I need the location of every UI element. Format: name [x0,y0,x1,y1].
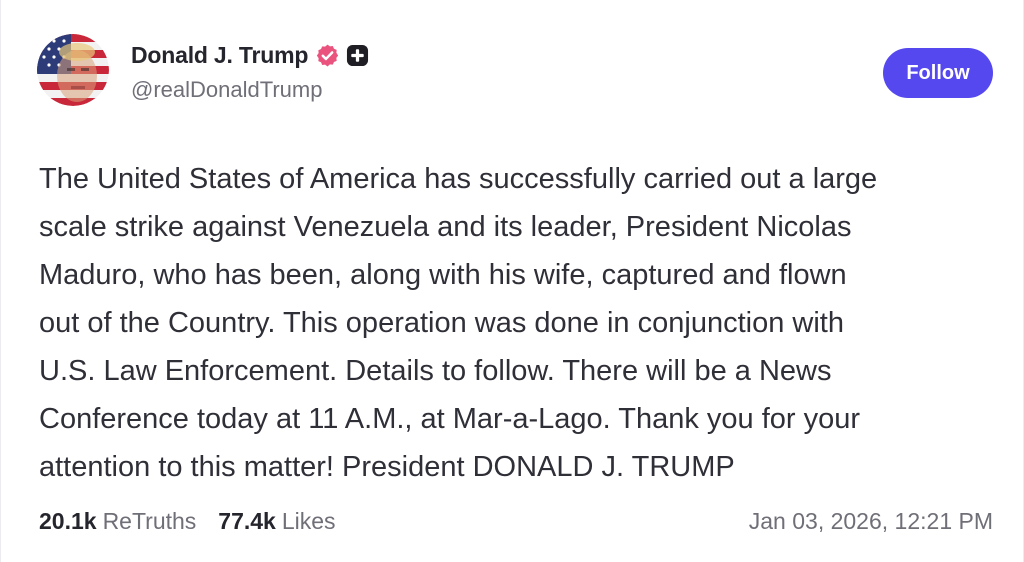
retruths-count: 20.1k [39,507,97,534]
retruths-label: ReTruths [102,507,197,534]
post-header: Donald J. Trump @realDonaldTrump Follow [37,34,993,110]
author-identity: Donald J. Trump @realDonaldTrump [131,40,369,103]
post-body: The United States of America has success… [39,155,999,491]
post-line: scale strike against Venezuela and its l… [39,211,852,243]
post-line: Maduro, who has been, along with his wif… [39,259,847,291]
author-handle[interactable]: @realDonaldTrump [131,77,369,103]
post-line: Conference today at 11 A.M., at Mar-a-La… [39,403,861,435]
post-line: The United States of America has success… [39,163,878,195]
likes-label: Likes [281,507,336,534]
retruths-stat[interactable]: 20.1k ReTruths [39,508,196,535]
post-line: U.S. Law Enforcement. Details to follow.… [39,355,832,387]
post-line: attention to this matter! President DONA… [39,451,735,483]
likes-stat[interactable]: 77.4k Likes [218,508,335,535]
post-line: out of the Country. This operation was d… [39,307,844,339]
name-row: Donald J. Trump [131,40,369,70]
post-card: Donald J. Trump @realDonaldTrump Follow … [0,0,1024,562]
avatar[interactable] [37,34,109,106]
display-name[interactable]: Donald J. Trump [131,42,308,69]
likes-count: 77.4k [218,507,276,534]
post-timestamp[interactable]: Jan 03, 2026, 12:21 PM [749,508,993,535]
plus-badge-icon [346,44,369,67]
post-footer: 20.1k ReTruths 77.4k Likes Jan 03, 2026,… [39,503,993,539]
verified-badge-icon [315,43,340,68]
follow-button[interactable]: Follow [883,48,993,98]
